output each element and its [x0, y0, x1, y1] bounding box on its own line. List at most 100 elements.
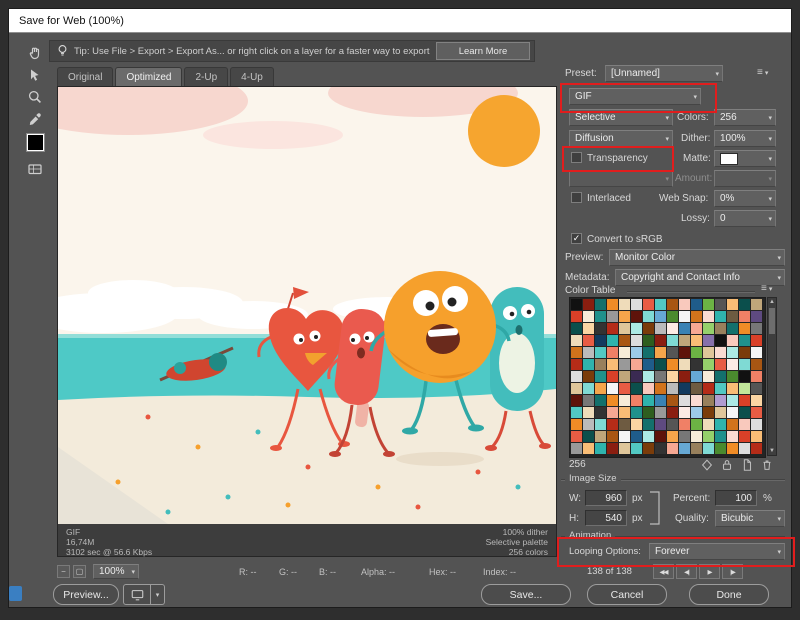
color-swatch[interactable] [631, 431, 642, 442]
color-swatch[interactable] [655, 323, 666, 334]
color-swatch[interactable] [667, 395, 678, 406]
color-swatch[interactable] [619, 395, 630, 406]
color-swatch[interactable] [679, 443, 690, 454]
color-swatch[interactable] [739, 419, 750, 430]
color-swatch[interactable] [715, 383, 726, 394]
color-swatch[interactable] [655, 299, 666, 310]
color-swatch[interactable] [607, 431, 618, 442]
color-swatch[interactable] [595, 431, 606, 442]
color-swatch[interactable] [571, 311, 582, 322]
done-button[interactable]: Done [689, 584, 769, 605]
metadata-dropdown[interactable]: Copyright and Contact Info ▾ [615, 269, 785, 286]
color-swatch[interactable] [643, 431, 654, 442]
color-swatch[interactable] [667, 443, 678, 454]
color-swatch[interactable] [619, 311, 630, 322]
color-swatch[interactable] [679, 395, 690, 406]
format-dropdown[interactable]: GIF ▾ [569, 88, 701, 105]
color-swatch[interactable] [631, 359, 642, 370]
color-swatch[interactable] [751, 395, 762, 406]
color-swatch[interactable] [583, 299, 594, 310]
web-snap-dropdown[interactable]: 0% ▾ [714, 190, 776, 207]
color-swatch[interactable] [667, 323, 678, 334]
color-swatch[interactable] [571, 347, 582, 358]
color-swatch[interactable] [679, 419, 690, 430]
scrollbar-thumb[interactable] [769, 308, 775, 334]
preview-image[interactable] [58, 87, 556, 524]
color-swatch[interactable] [679, 347, 690, 358]
preview-mode-dropdown[interactable]: Monitor Color ▾ [609, 249, 785, 266]
play-button[interactable]: ▶ [699, 564, 720, 579]
color-swatch[interactable] [571, 299, 582, 310]
color-swatch[interactable] [679, 359, 690, 370]
select-browser-combo[interactable]: ▾ [123, 584, 165, 605]
color-swatch[interactable] [691, 347, 702, 358]
color-swatch[interactable] [607, 407, 618, 418]
color-swatch[interactable] [715, 299, 726, 310]
color-swatch[interactable] [703, 443, 714, 454]
color-swatch[interactable] [715, 419, 726, 430]
color-swatch[interactable] [751, 299, 762, 310]
scroll-up-icon[interactable]: ▲ [768, 299, 776, 305]
color-swatch[interactable] [583, 359, 594, 370]
amount-dropdown[interactable]: ▾ [714, 170, 776, 187]
color-swatch[interactable] [619, 407, 630, 418]
color-swatch[interactable] [619, 335, 630, 346]
color-table-grid[interactable] [569, 297, 766, 458]
color-swatch[interactable] [571, 443, 582, 454]
color-swatch[interactable] [607, 299, 618, 310]
color-swatch[interactable] [739, 371, 750, 382]
lossy-dropdown[interactable]: 0 ▾ [714, 210, 776, 227]
color-swatch[interactable] [619, 419, 630, 430]
color-swatch[interactable] [715, 431, 726, 442]
color-swatch[interactable] [631, 335, 642, 346]
color-swatch[interactable] [643, 443, 654, 454]
color-swatch[interactable] [739, 323, 750, 334]
color-swatch[interactable] [691, 335, 702, 346]
fit-view-button[interactable]: ▢ [73, 565, 86, 578]
color-swatch[interactable] [679, 299, 690, 310]
color-swatch[interactable] [667, 299, 678, 310]
optimized-preview-pane[interactable]: GIF 16,74M 3102 sec @ 56.6 Kbps 100% dit… [57, 86, 557, 557]
color-swatch[interactable] [595, 347, 606, 358]
color-swatch[interactable] [607, 347, 618, 358]
color-swatch[interactable] [727, 299, 738, 310]
color-swatch[interactable] [583, 335, 594, 346]
color-swatch[interactable] [595, 407, 606, 418]
color-swatch[interactable] [703, 383, 714, 394]
color-swatch[interactable] [607, 323, 618, 334]
color-swatch[interactable] [739, 359, 750, 370]
lock-color-button[interactable] [719, 457, 735, 472]
color-swatch[interactable] [655, 347, 666, 358]
color-swatch[interactable] [679, 323, 690, 334]
color-swatch[interactable] [607, 335, 618, 346]
color-swatch[interactable] [691, 443, 702, 454]
color-swatch[interactable] [703, 371, 714, 382]
color-swatch[interactable] [667, 311, 678, 322]
color-swatch[interactable] [691, 395, 702, 406]
color-swatch[interactable] [631, 443, 642, 454]
color-swatch[interactable] [595, 395, 606, 406]
tab-2up[interactable]: 2-Up [184, 67, 228, 87]
color-swatch[interactable] [643, 311, 654, 322]
color-swatch[interactable] [631, 347, 642, 358]
height-input[interactable]: 540 [585, 510, 627, 526]
color-swatch[interactable] [607, 419, 618, 430]
color-swatch[interactable] [739, 335, 750, 346]
color-swatch[interactable] [655, 431, 666, 442]
color-swatch[interactable] [703, 323, 714, 334]
color-swatch[interactable] [619, 443, 630, 454]
color-swatch[interactable] [595, 383, 606, 394]
eyedropper-tool-button[interactable] [25, 109, 45, 129]
cancel-button[interactable]: Cancel [587, 584, 667, 605]
color-swatch[interactable] [643, 371, 654, 382]
color-swatch[interactable] [679, 407, 690, 418]
color-swatch[interactable] [727, 395, 738, 406]
color-swatch[interactable] [703, 395, 714, 406]
color-swatch[interactable] [607, 443, 618, 454]
color-swatch[interactable] [727, 311, 738, 322]
color-swatch[interactable] [751, 359, 762, 370]
chevron-down-icon[interactable]: ▾ [151, 584, 165, 605]
delete-color-button[interactable] [759, 457, 775, 472]
color-swatch[interactable] [631, 419, 642, 430]
color-swatch[interactable] [571, 323, 582, 334]
